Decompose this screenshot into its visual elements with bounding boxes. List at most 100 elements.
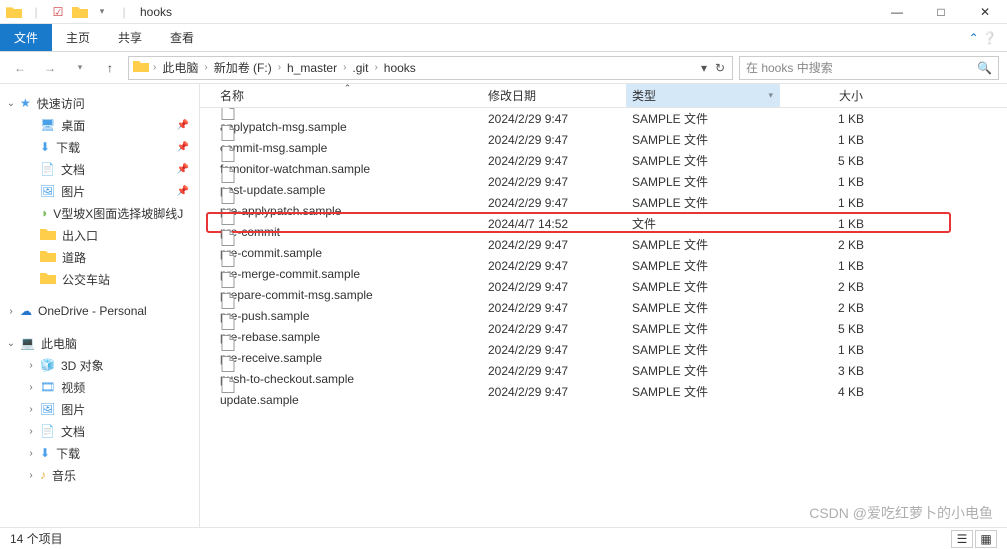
folder-small-icon[interactable]	[72, 4, 88, 20]
folder-icon	[133, 59, 149, 76]
pin-icon: 📌	[177, 120, 189, 131]
search-icon[interactable]: 🔍	[977, 61, 992, 75]
path-dropdown-icon[interactable]: ▾	[696, 58, 712, 78]
cube-icon: 🧊	[40, 358, 55, 372]
search-input[interactable]: 在 hooks 中搜索 🔍	[739, 56, 999, 80]
sidebar-item-rukou[interactable]: 出入口	[0, 224, 199, 246]
file-date: 2024/2/29 9:47	[482, 385, 626, 399]
forward-button[interactable]: →	[38, 56, 62, 80]
file-size: 3 KB	[780, 364, 870, 378]
tab-view[interactable]: 查看	[156, 24, 208, 51]
file-type: SAMPLE 文件	[626, 320, 780, 337]
checkbox-icon[interactable]: ☑	[50, 4, 66, 20]
file-icon	[220, 335, 236, 351]
file-icon	[220, 167, 236, 183]
file-type: SAMPLE 文件	[626, 257, 780, 274]
tab-file[interactable]: 文件	[0, 24, 52, 51]
file-type: SAMPLE 文件	[626, 173, 780, 190]
help-icon[interactable]: ⌃ ❔	[969, 24, 1007, 51]
breadcrumb[interactable]: h_master	[285, 61, 339, 75]
sidebar-item-pictures[interactable]: 🖼图片📌	[0, 180, 199, 202]
column-name[interactable]: 名称⌃	[214, 84, 482, 107]
column-date[interactable]: 修改日期	[482, 84, 626, 107]
file-icon	[220, 314, 236, 330]
sidebar-item-downloads[interactable]: ⬇下载📌	[0, 136, 199, 158]
breadcrumb[interactable]: .git	[350, 61, 370, 75]
breadcrumb[interactable]: 新加卷 (F:)	[212, 59, 274, 76]
watermark: CSDN @爱吃红萝卜的小电鱼	[809, 503, 993, 523]
file-type: SAMPLE 文件	[626, 236, 780, 253]
maximize-button[interactable]: □	[919, 0, 963, 24]
path-box[interactable]: › 此电脑 › 新加卷 (F:) › h_master › .git › hoo…	[128, 56, 733, 80]
chevron-right-icon[interactable]: ›	[202, 62, 209, 73]
sidebar-item-quick-access[interactable]: ⌄★快速访问	[0, 92, 199, 114]
folder-icon	[6, 4, 22, 20]
file-type: SAMPLE 文件	[626, 194, 780, 211]
column-size[interactable]: 大小	[780, 84, 870, 107]
minimize-button[interactable]: —	[875, 0, 919, 24]
chevron-right-icon[interactable]: ›	[341, 62, 348, 73]
icons-view-button[interactable]: ▦	[975, 530, 997, 548]
file-type: 文件	[626, 215, 780, 232]
breadcrumb[interactable]: 此电脑	[160, 59, 200, 76]
file-type: SAMPLE 文件	[626, 152, 780, 169]
file-icon	[220, 293, 236, 309]
file-icon	[220, 272, 236, 288]
sidebar-item-road[interactable]: 道路	[0, 246, 199, 268]
pictures-icon: 🖼	[40, 402, 55, 416]
breadcrumb[interactable]: hooks	[382, 61, 418, 75]
tab-share[interactable]: 共享	[104, 24, 156, 51]
sidebar-item-desktop[interactable]: 🖥桌面📌	[0, 114, 199, 136]
sidebar-item-downloads2[interactable]: ›⬇下载	[0, 442, 199, 464]
qat-dropdown-icon[interactable]: ▾	[94, 4, 110, 20]
cloud-icon: ☁	[20, 304, 32, 318]
desktop-icon: 🖥	[40, 118, 55, 132]
file-date: 2024/2/29 9:47	[482, 112, 626, 126]
divider-icon: |	[116, 4, 132, 20]
sidebar-item-music[interactable]: ›♪音乐	[0, 464, 199, 486]
file-icon	[220, 146, 236, 162]
close-button[interactable]: ✕	[963, 0, 1007, 24]
item-count: 14 个项目	[10, 530, 63, 547]
file-size: 1 KB	[780, 112, 870, 126]
recent-dropdown-icon[interactable]: ▾	[68, 56, 92, 80]
file-size: 5 KB	[780, 322, 870, 336]
folder-icon	[40, 249, 56, 266]
address-bar: ← → ▾ ↑ › 此电脑 › 新加卷 (F:) › h_master › .g…	[0, 52, 1007, 84]
star-icon: ★	[20, 96, 31, 110]
status-bar: 14 个项目 ☰ ▦	[0, 527, 1007, 549]
chevron-right-icon[interactable]: ›	[372, 62, 379, 73]
chevron-right-icon[interactable]: ›	[151, 62, 158, 73]
sidebar-item-documents2[interactable]: ›📄文档	[0, 420, 199, 442]
file-type: SAMPLE 文件	[626, 383, 780, 400]
sidebar-item-onedrive[interactable]: ›☁OneDrive - Personal	[0, 300, 199, 322]
sidebar-item-bus[interactable]: 公交车站	[0, 268, 199, 290]
file-type: SAMPLE 文件	[626, 131, 780, 148]
file-name: update.sample	[220, 393, 299, 407]
sidebar-item-documents[interactable]: 📄文档📌	[0, 158, 199, 180]
file-icon	[220, 230, 236, 246]
back-button[interactable]: ←	[8, 56, 32, 80]
file-size: 1 KB	[780, 175, 870, 189]
pictures-icon: 🖼	[40, 184, 55, 198]
file-size: 2 KB	[780, 238, 870, 252]
sidebar-item-3dobjects[interactable]: ›🧊3D 对象	[0, 354, 199, 376]
up-button[interactable]: ↑	[98, 56, 122, 80]
sidebar-item-videos[interactable]: ›🎞视频	[0, 376, 199, 398]
file-date: 2024/2/29 9:47	[482, 259, 626, 273]
column-type[interactable]: 类型▾	[626, 84, 780, 107]
pin-icon: 📌	[177, 186, 189, 197]
chevron-right-icon[interactable]: ›	[276, 62, 283, 73]
file-area: 名称⌃ 修改日期 类型▾ 大小 applypatch-msg.sample202…	[200, 84, 1007, 527]
sidebar-item-thispc[interactable]: ⌄💻此电脑	[0, 332, 199, 354]
sidebar-item-vslope[interactable]: ◑V型坡X图面选择坡脚线J	[0, 202, 199, 224]
dropdown-icon: ▾	[768, 90, 773, 101]
details-view-button[interactable]: ☰	[951, 530, 973, 548]
titlebar: | ☑ ▾ | hooks — □ ✕	[0, 0, 1007, 24]
sidebar-item-pictures2[interactable]: ›🖼图片	[0, 398, 199, 420]
file-size: 1 KB	[780, 133, 870, 147]
refresh-icon[interactable]: ↻	[712, 58, 728, 78]
tab-home[interactable]: 主页	[52, 24, 104, 51]
table-row[interactable]: update.sample2024/2/29 9:47SAMPLE 文件4 KB	[200, 381, 1007, 402]
file-type: SAMPLE 文件	[626, 110, 780, 127]
